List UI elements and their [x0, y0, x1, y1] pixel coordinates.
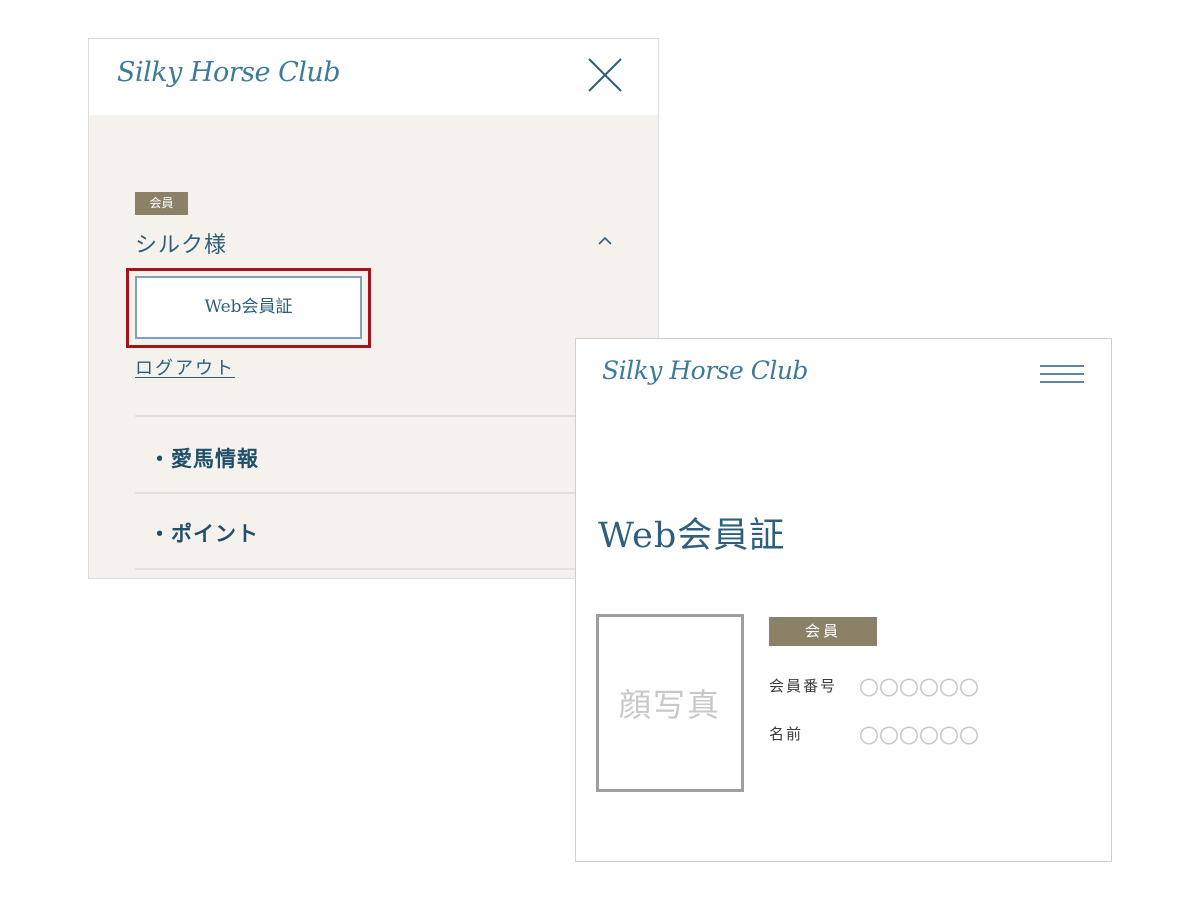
menu-header: Silky Horse Club [89, 39, 658, 115]
menu-item-points[interactable]: ・ポイント [149, 518, 259, 548]
logout-link[interactable]: ログアウト [135, 354, 235, 380]
menu-item-horse-info[interactable]: ・愛馬情報 [149, 443, 259, 473]
site-logo[interactable]: Silky Horse Club [117, 57, 341, 88]
web-membership-card-button[interactable]: Web会員証 [135, 276, 362, 339]
hamburger-menu-icon[interactable] [1040, 364, 1084, 384]
membership-card-screen: Silky Horse Club Web会員証 顔写真 会員 会員番号 〇〇〇〇… [575, 338, 1112, 862]
photo-placeholder-label: 顔写真 [618, 686, 721, 724]
member-number-label: 会員番号 [769, 677, 838, 695]
menu-screen: Silky Horse Club 会員 シルク様 Web会員証 ログアウト ・愛… [88, 38, 659, 579]
name-value: 〇〇〇〇〇〇 [859, 724, 979, 748]
member-number-value: 〇〇〇〇〇〇 [859, 676, 979, 700]
name-label: 名前 [769, 725, 804, 743]
site-logo[interactable]: Silky Horse Club [602, 356, 808, 385]
face-photo-frame: 顔写真 [596, 614, 744, 792]
menu-divider [135, 415, 615, 417]
page-title: Web会員証 [598, 516, 786, 556]
member-badge: 会員 [135, 192, 188, 215]
member-badge: 会員 [769, 617, 877, 646]
menu-divider [135, 568, 615, 570]
close-icon[interactable] [586, 56, 624, 94]
chevron-up-icon[interactable] [597, 236, 613, 246]
user-name: シルク様 [135, 233, 228, 258]
menu-divider [135, 492, 615, 494]
